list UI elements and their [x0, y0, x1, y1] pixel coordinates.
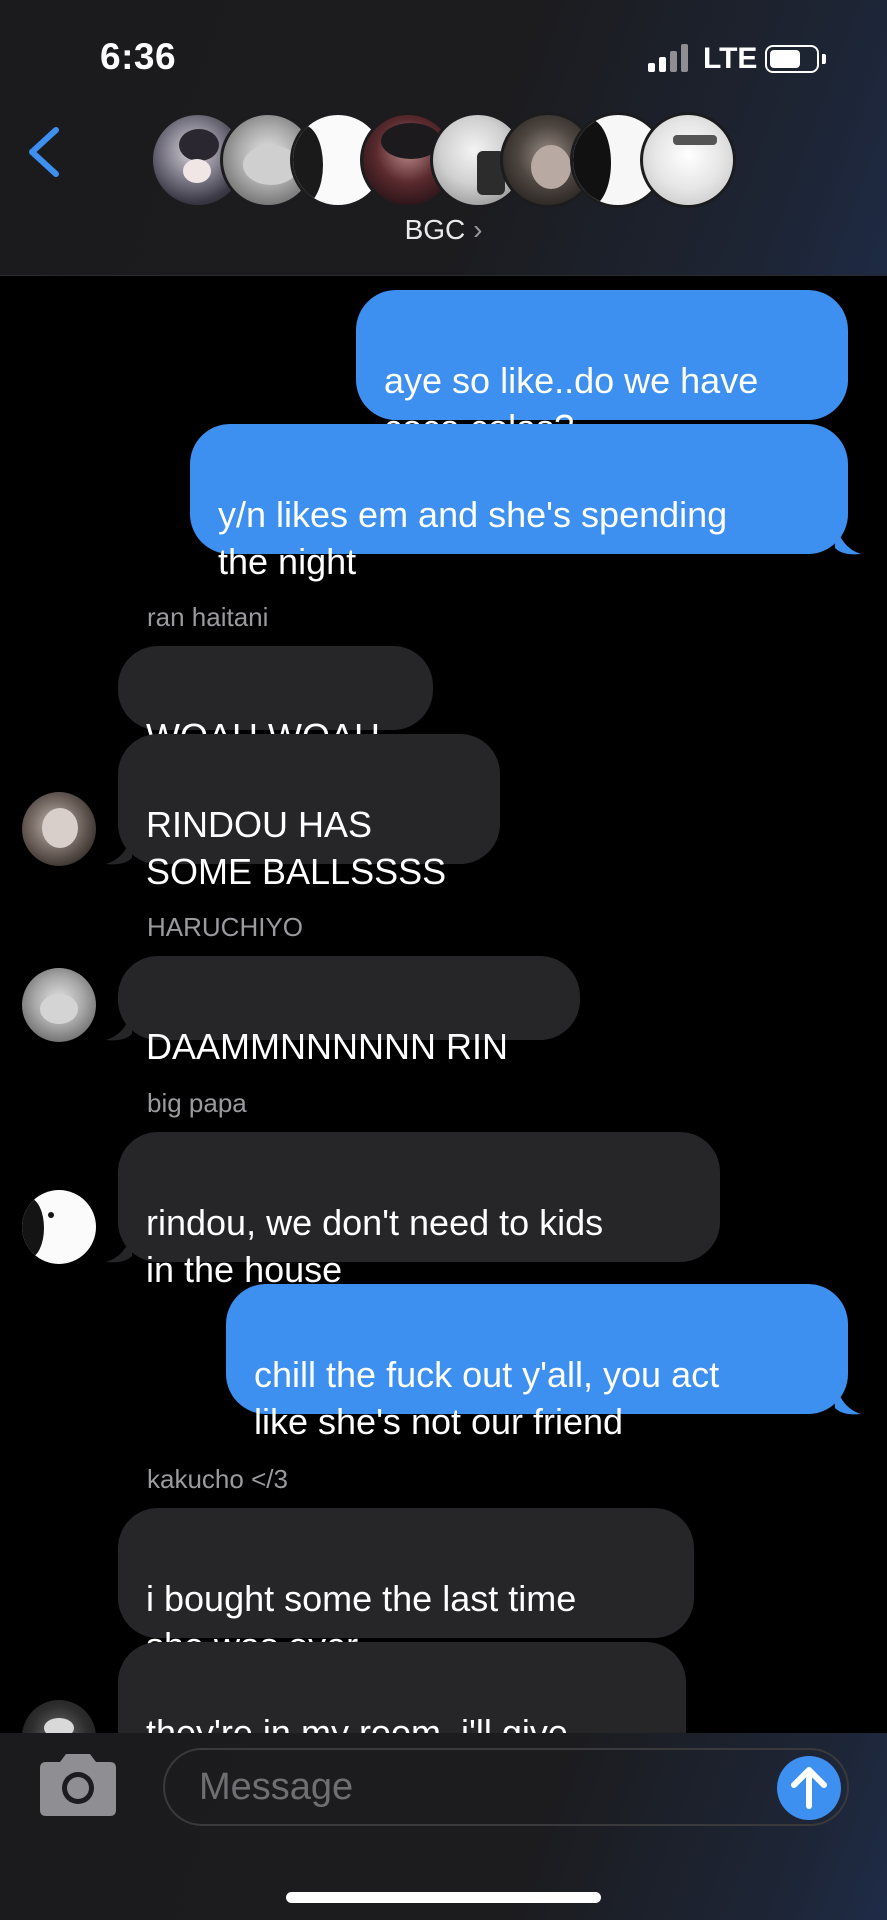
bubble-tail [835, 522, 861, 555]
contact-avatar[interactable] [22, 1190, 96, 1264]
received-message-bubble[interactable]: DAAMMNNNNNN RIN [118, 956, 580, 1067]
bubble-tail [106, 1232, 132, 1263]
message-text: rindou, we don't need to kids in the hou… [146, 1202, 604, 1290]
network-type: LTE [703, 42, 758, 75]
camera-icon[interactable] [40, 1754, 116, 1816]
bubble-tail [106, 1010, 132, 1041]
signal-icon [648, 44, 692, 72]
contact-avatar[interactable] [22, 792, 96, 866]
message-text: RINDOU HAS SOME BALLSSSS [146, 804, 447, 892]
conversation-header: 6:36 LTE BGC › [0, 0, 887, 276]
send-button[interactable] [777, 1756, 841, 1820]
chevron-right-icon: › [473, 214, 483, 245]
sent-message-bubble[interactable]: y/n likes em and she's spending the nigh… [190, 424, 848, 582]
group-member-avatar [640, 112, 736, 208]
bubble-tail [106, 834, 132, 865]
message-text: DAAMMNNNNNN RIN [146, 1026, 508, 1067]
back-chevron-icon[interactable] [26, 126, 62, 178]
message-text: y/n likes em and she's spending the nigh… [218, 494, 728, 582]
sent-message-bubble[interactable]: chill the fuck out y'all, you act like s… [226, 1284, 848, 1442]
message-text: chill the fuck out y'all, you act like s… [254, 1354, 720, 1442]
received-message-bubble[interactable]: RINDOU HAS SOME BALLSSSS [118, 734, 500, 892]
status-time: 6:36 [100, 36, 177, 77]
received-message-bubble[interactable]: WOAH WOAH [118, 646, 433, 757]
contact-avatar[interactable] [22, 968, 96, 1042]
sender-name: HARUCHIYO [147, 912, 304, 942]
sent-message-bubble[interactable]: aye so like..do we have coca colas? [356, 290, 848, 448]
send-arrow-icon [791, 1767, 827, 1809]
sender-name: ran haitani [147, 602, 269, 632]
sender-name: big papa [147, 1088, 247, 1118]
bubble-tail [835, 1382, 861, 1415]
battery-icon [765, 45, 819, 73]
received-message-bubble[interactable]: i bought some the last time she was over [118, 1508, 694, 1666]
received-message-bubble[interactable]: rindou, we don't need to kids in the hou… [118, 1132, 720, 1290]
home-indicator [286, 1892, 601, 1903]
group-name[interactable]: BGC › [0, 214, 887, 246]
sender-name: kakucho </3 [147, 1464, 288, 1494]
message-input[interactable] [163, 1748, 849, 1826]
group-avatar-stack[interactable] [150, 112, 740, 208]
